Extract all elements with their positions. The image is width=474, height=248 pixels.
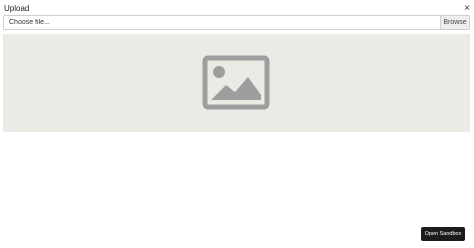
- close-icon[interactable]: ×: [462, 3, 472, 14]
- dialog-title: Upload: [4, 4, 30, 13]
- file-path-input[interactable]: [4, 16, 440, 29]
- open-sandbox-button[interactable]: Open Sandbox: [421, 227, 465, 241]
- image-placeholder-icon: [202, 55, 270, 110]
- browse-button[interactable]: Browse: [440, 16, 469, 29]
- upload-dialog: Upload × Browse Open Sandbox: [0, 0, 474, 248]
- file-picker: Browse: [3, 15, 470, 30]
- image-preview-area: [3, 34, 470, 132]
